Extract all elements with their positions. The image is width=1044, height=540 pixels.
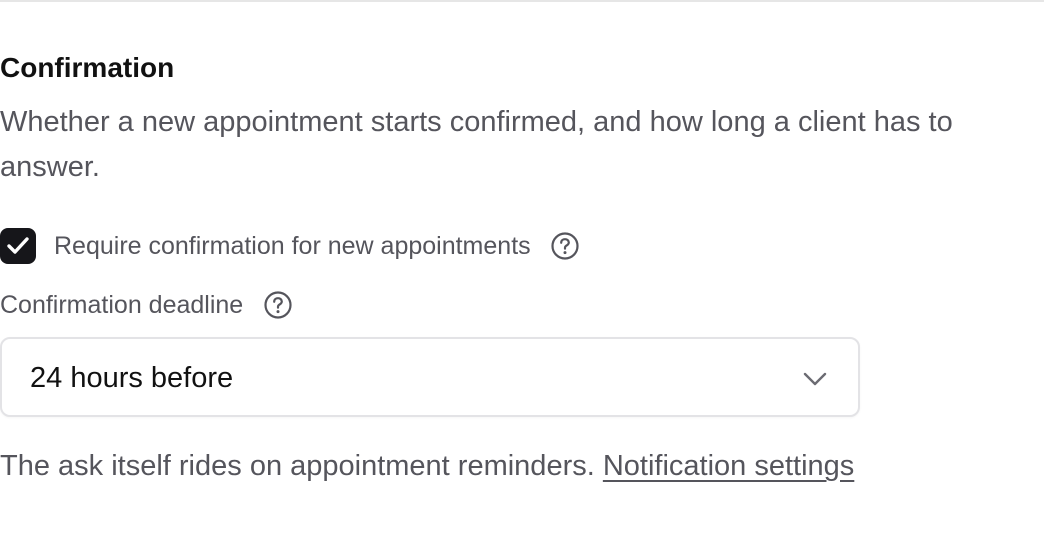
question-circle-icon[interactable] — [550, 231, 580, 261]
deadline-label-row: Confirmation deadline — [0, 285, 293, 325]
question-circle-icon[interactable] — [263, 290, 293, 320]
select-value: 24 hours before — [30, 362, 234, 394]
checkmark-icon — [7, 237, 29, 254]
require-confirmation-label[interactable]: Require confirmation for new appointment… — [54, 232, 531, 261]
notification-settings-link[interactable]: Notification settings — [603, 450, 854, 482]
section-description: Whether a new appointment starts confirm… — [0, 106, 953, 183]
confirmation-settings-section: Confirmation Whether a new appointment s… — [0, 0, 1044, 540]
top-divider — [0, 0, 1044, 2]
require-confirmation-checkbox[interactable] — [0, 228, 36, 264]
helper-text: The ask itself rides on appointment remi… — [0, 440, 880, 492]
chevron-down-icon — [803, 372, 827, 386]
require-confirmation-row: Require confirmation for new appointment… — [0, 226, 580, 266]
helper-text-body: The ask itself rides on appointment remi… — [0, 450, 603, 482]
confirmation-deadline-select[interactable]: 24 hours before — [0, 337, 860, 417]
section-title: Confirmation — [0, 52, 175, 83]
confirmation-deadline-label: Confirmation deadline — [0, 290, 244, 319]
